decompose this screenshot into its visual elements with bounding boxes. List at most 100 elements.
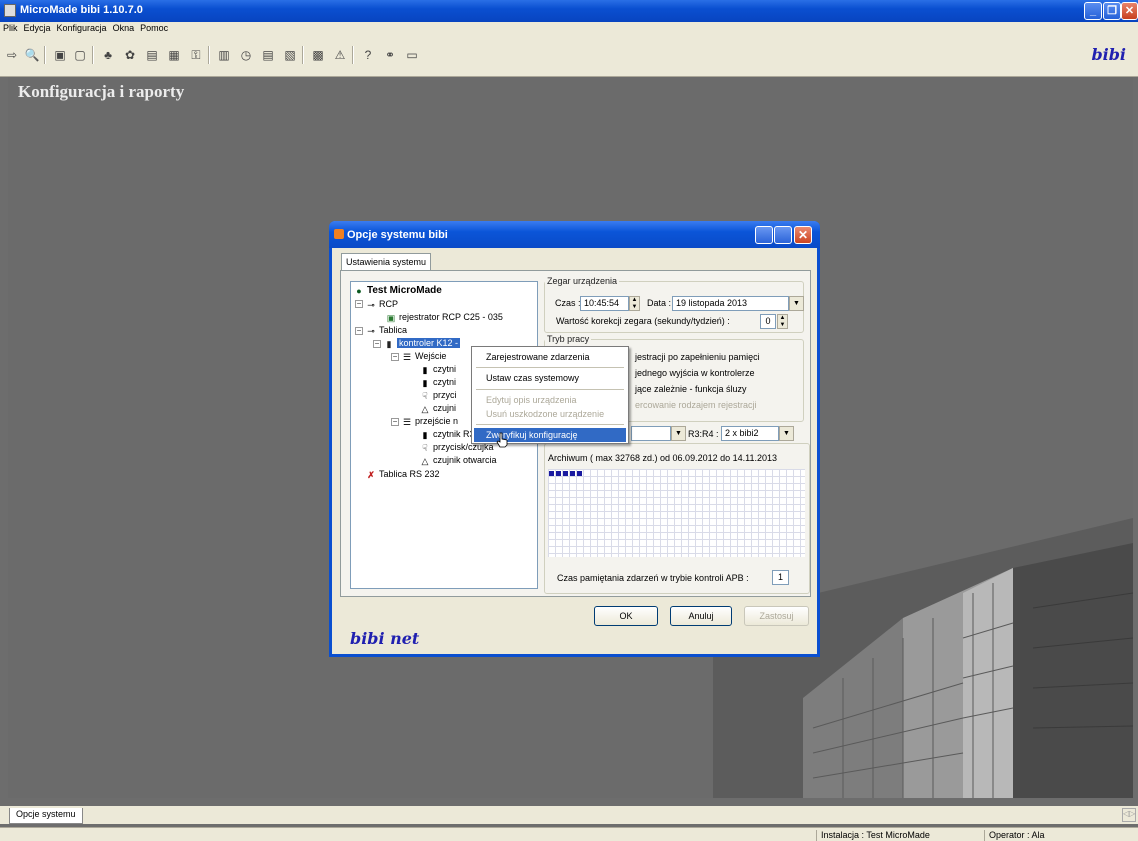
date-dropdown-button[interactable]: ▼: [789, 296, 804, 311]
tree-item-czujnik-otwarcia[interactable]: △ czujnik otwarcia: [420, 454, 497, 466]
print-icon[interactable]: ▧: [282, 47, 298, 63]
archive-block: [556, 471, 561, 476]
status-operator: Operator : Ala: [984, 830, 1045, 841]
archive-block: [570, 471, 575, 476]
users-icon[interactable]: ♣: [100, 47, 116, 63]
tree-item-wejscie[interactable]: ☰ Wejście: [402, 350, 446, 362]
binoculars-icon[interactable]: ⚭: [382, 47, 398, 63]
settings-icon[interactable]: ▩: [310, 47, 326, 63]
r3r4-dropdown-button[interactable]: ▼: [779, 426, 794, 441]
mode-option-4: ercowanie rodzajem rejestracji: [635, 400, 757, 410]
r1r2-dropdown-button[interactable]: ▼: [671, 426, 686, 441]
r1r2-select[interactable]: [631, 426, 671, 441]
button-icon: ☟: [422, 391, 428, 401]
window-tabbar: Opcje systemu ◁▷: [0, 806, 1138, 824]
date-label: Data :: [647, 298, 672, 308]
menu-item-set-time[interactable]: Ustaw czas systemowy: [474, 371, 626, 385]
device-alt-icon[interactable]: ▢: [72, 47, 88, 63]
preview-icon[interactable]: 🔍: [24, 47, 40, 63]
tree-item-controller[interactable]: ▮ kontroler K12 -: [384, 337, 461, 349]
tree-item-przejscie[interactable]: ☰ przejście n: [402, 415, 458, 427]
collapse-icon[interactable]: −: [391, 418, 399, 426]
menu-konfiguracja[interactable]: Konfiguracja: [54, 22, 110, 33]
collapse-icon[interactable]: −: [355, 300, 363, 308]
collapse-icon[interactable]: −: [355, 327, 363, 335]
disconnected-icon: ✗: [367, 470, 375, 480]
tree-item-czytnik[interactable]: ▮ czytni: [420, 363, 457, 375]
correction-field[interactable]: 0: [760, 314, 776, 329]
dialog-minimize-button[interactable]: [755, 226, 773, 244]
minimize-button[interactable]: _: [1084, 2, 1102, 20]
cancel-button[interactable]: Anuluj: [670, 606, 732, 626]
archive-block: [577, 471, 582, 476]
document-icon[interactable]: ▤: [260, 47, 276, 63]
mode-option-2[interactable]: jednego wyjścia w kontrolerze: [635, 368, 755, 378]
menu-separator: [476, 424, 624, 425]
date-field[interactable]: 19 listopada 2013: [672, 296, 789, 311]
menu-edycja[interactable]: Edycja: [21, 22, 54, 33]
tree-item-czujnik[interactable]: △ czujni: [420, 402, 456, 414]
tab-scroll-icon[interactable]: ◁▷: [1122, 808, 1136, 822]
menu-okna[interactable]: Okna: [110, 22, 138, 33]
alarm-icon[interactable]: ⚠: [332, 47, 348, 63]
tree-item-tablica[interactable]: ⊸ Tablica: [366, 324, 407, 336]
tree-item-rcp-recorder[interactable]: ▣ rejestrator RCP C25 - 035: [386, 311, 503, 323]
menu-item-edit-description: Edytuj opis urządzenia: [486, 395, 577, 405]
app-title: MicroMade bibi 1.10.7.0: [20, 4, 143, 16]
archive-grid: [548, 469, 805, 557]
help-icon[interactable]: ?: [360, 47, 376, 63]
menu-pomoc[interactable]: Pomoc: [137, 22, 171, 33]
collapse-icon[interactable]: −: [373, 340, 381, 348]
menu-separator: [476, 367, 624, 368]
restore-button[interactable]: ❐: [1103, 2, 1121, 20]
toolbar-separator: [208, 46, 210, 64]
calendar-icon[interactable]: ▥: [216, 47, 232, 63]
apb-field[interactable]: 1: [772, 570, 789, 585]
app-icon: [4, 4, 16, 17]
mode-option-1[interactable]: jestracji po zapełnieniu pamięci: [635, 352, 760, 362]
tree-root[interactable]: ● Test MicroMade: [354, 285, 442, 297]
arrow-right-icon[interactable]: ⇨: [4, 47, 20, 63]
menu-bar: Plik Edycja Konfiguracja Okna Pomoc: [0, 22, 1138, 37]
mode-legend: Tryb pracy: [547, 334, 590, 344]
menu-item-events[interactable]: Zarejestrowane zdarzenia: [474, 350, 626, 364]
hand-cursor-icon: [496, 432, 508, 448]
menu-plik[interactable]: Plik: [0, 22, 21, 33]
archive-block: [563, 471, 568, 476]
dialog-close-button[interactable]: ✕: [794, 226, 812, 244]
toolbar-separator: [44, 46, 46, 64]
toolbar: ⇨ 🔍 ▣ ▢ ♣ ✿ ▤ ▦ ⚿ ▥ ◷ ▤ ▧ ▩ ⚠ ? ⚭ ▭ bibi: [0, 37, 1138, 77]
button-icon: ☟: [422, 443, 428, 453]
tree-item-przycisk[interactable]: ☟ przyci: [420, 389, 456, 401]
close-button[interactable]: ✕: [1121, 2, 1138, 20]
tab-ustawienia-systemu[interactable]: Ustawienia systemu: [341, 253, 432, 271]
device-icon[interactable]: ▣: [52, 47, 68, 63]
status-bar: Instalacja : Test MicroMade Operator : A…: [0, 827, 1138, 841]
controller-icon: ▮: [386, 339, 392, 349]
collapse-icon[interactable]: −: [391, 353, 399, 361]
apply-button: Zastosuj: [744, 606, 809, 626]
report-icon[interactable]: ▦: [166, 47, 182, 63]
time-field[interactable]: 10:45:54: [580, 296, 629, 311]
key-icon[interactable]: ⚿: [188, 47, 204, 63]
tree-item-rcp[interactable]: ⊸ RCP: [366, 298, 398, 310]
correction-spinner[interactable]: ▲ ▼: [777, 314, 788, 329]
window-icon[interactable]: ▭: [404, 47, 420, 63]
dialog-maximize-button[interactable]: [774, 226, 792, 244]
time-spinner[interactable]: ▲ ▼: [629, 296, 640, 311]
network-icon: ⊸: [367, 326, 375, 336]
tab-opcje-systemu[interactable]: Opcje systemu: [9, 808, 83, 824]
mode-option-3[interactable]: jące zależnie - funkcja śluzy: [635, 384, 747, 394]
correction-label: Wartość korekcji zegara (sekundy/tydzień…: [556, 316, 730, 326]
dialog-titlebar: Opcje systemu bibi ✕: [329, 221, 820, 248]
tree-item-czytnik[interactable]: ▮ czytni: [420, 376, 457, 388]
ok-button[interactable]: OK: [594, 606, 658, 626]
r3r4-select[interactable]: 2 x bibi2: [721, 426, 779, 441]
tree-item-tablica-rs232[interactable]: ✗ Tablica RS 232: [366, 468, 439, 480]
clock-icon[interactable]: ◷: [238, 47, 254, 63]
book-icon[interactable]: ▤: [144, 47, 160, 63]
groups-icon[interactable]: ✿: [122, 47, 138, 63]
apb-label: Czas pamiętania zdarzeń w trybie kontrol…: [557, 573, 749, 583]
brand-logo: bibi: [1091, 45, 1126, 64]
reader-icon: ▮: [422, 378, 428, 388]
